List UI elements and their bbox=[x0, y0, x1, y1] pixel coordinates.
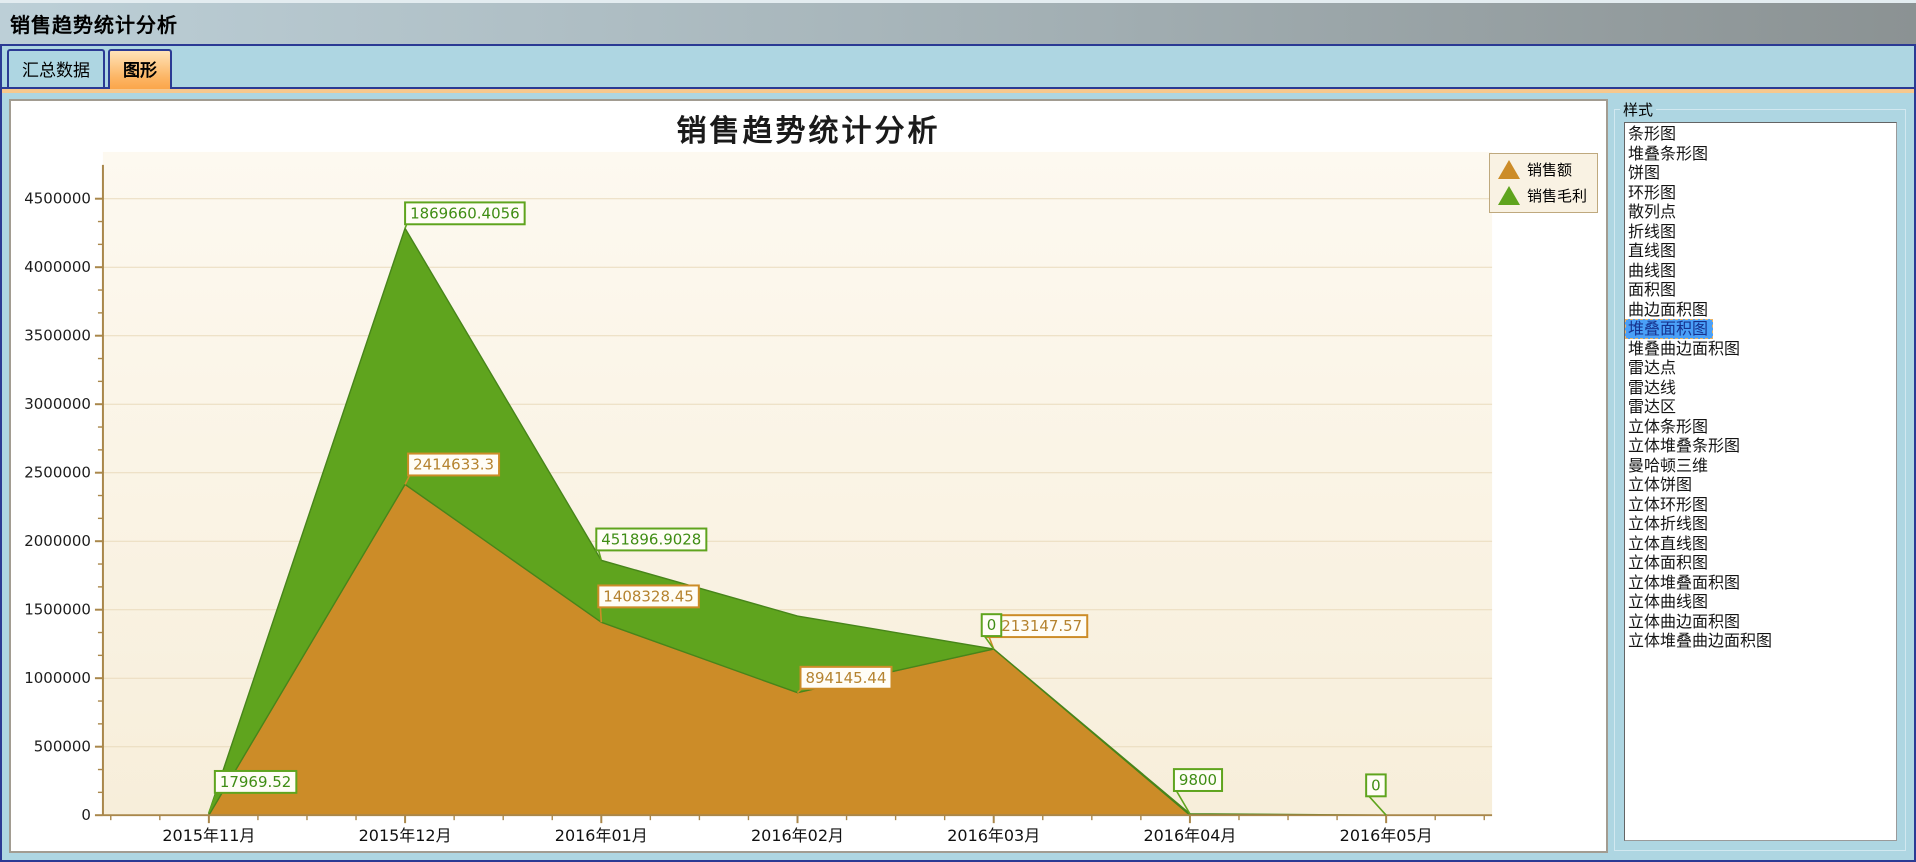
tab-summary-data[interactable]: 汇总数据 bbox=[7, 49, 105, 87]
x-tick-label: 2016年03月 bbox=[947, 826, 1040, 845]
legend-label: 销售毛利 bbox=[1527, 185, 1587, 206]
point-label-text: 451896.9028 bbox=[601, 530, 701, 548]
style-list-item[interactable]: 立体曲边面积图 bbox=[1625, 612, 1896, 632]
tab-strip: 汇总数据 图形 bbox=[2, 46, 1914, 89]
style-list-item-selected[interactable]: 堆叠面积图 bbox=[1625, 319, 1713, 339]
style-list-item[interactable]: 堆叠面积图 bbox=[1625, 319, 1896, 339]
chart-panel: 销售趋势统计分析 0 500000 1000000 1500000 2000000 250… bbox=[9, 99, 1608, 853]
point-label-text: 2414633.3 bbox=[413, 456, 494, 474]
style-list-item[interactable]: 立体堆叠条形图 bbox=[1625, 436, 1896, 456]
style-list-item[interactable]: 曲边面积图 bbox=[1625, 300, 1896, 320]
chart-legend: 销售额销售毛利 bbox=[1489, 153, 1598, 213]
chart-title: 销售趋势统计分析 bbox=[11, 106, 1606, 150]
y-tick-label: 3500000 bbox=[24, 327, 91, 345]
y-tick-label: 4500000 bbox=[24, 190, 91, 208]
x-tick-label: 2016年04月 bbox=[1143, 826, 1236, 845]
window-title-bar: 销售趋势统计分析 bbox=[0, 0, 1916, 44]
style-list-item[interactable]: 饼图 bbox=[1625, 163, 1896, 183]
style-list-item[interactable]: 雷达区 bbox=[1625, 397, 1896, 417]
x-tick-label: 2016年02月 bbox=[751, 826, 844, 845]
x-tick-label: 2015年12月 bbox=[359, 826, 452, 845]
y-tick-label: 500000 bbox=[34, 738, 91, 756]
style-panel: 样式 条形图堆叠条形图饼图环形图散列点折线图直线图曲线图面积图曲边面积图堆叠面积… bbox=[1614, 99, 1908, 853]
legend-item: 销售毛利 bbox=[1498, 185, 1587, 206]
style-list-item[interactable]: 立体饼图 bbox=[1625, 475, 1896, 495]
point-label-text: 9800 bbox=[1179, 771, 1217, 789]
x-tick-label: 2016年01月 bbox=[555, 826, 648, 845]
style-list-item[interactable]: 环形图 bbox=[1625, 183, 1896, 203]
style-list-item[interactable]: 条形图 bbox=[1625, 124, 1896, 144]
y-tick-label: 0 bbox=[81, 806, 91, 824]
style-list-item[interactable]: 曲线图 bbox=[1625, 261, 1896, 281]
tab-graph[interactable]: 图形 bbox=[108, 49, 172, 89]
style-list-item[interactable]: 堆叠曲边面积图 bbox=[1625, 339, 1896, 359]
style-list-item[interactable]: 堆叠条形图 bbox=[1625, 144, 1896, 164]
point-label-text: 17969.52 bbox=[220, 773, 291, 791]
y-tick-label: 2000000 bbox=[24, 532, 91, 550]
point-label-text: 1869660.4056 bbox=[410, 204, 520, 222]
stacked-area-chart: 0 500000 1000000 1500000 2000000 2500000 30000… bbox=[11, 147, 1606, 849]
style-list-item[interactable]: 立体环形图 bbox=[1625, 495, 1896, 515]
style-groupbox: 样式 条形图堆叠条形图饼图环形图散列点折线图直线图曲线图面积图曲边面积图堆叠面积… bbox=[1614, 99, 1906, 851]
y-tick-label: 3000000 bbox=[24, 395, 91, 413]
legend-label: 销售额 bbox=[1527, 159, 1572, 180]
legend-item: 销售额 bbox=[1498, 159, 1587, 180]
application-window: 销售趋势统计分析 汇总数据 图形 销售趋势统计分析 0 500000 1000000… bbox=[0, 0, 1916, 862]
style-list-item[interactable]: 立体直线图 bbox=[1625, 534, 1896, 554]
x-tick-label: 2015年11月 bbox=[162, 826, 255, 845]
style-list-item[interactable]: 立体面积图 bbox=[1625, 553, 1896, 573]
style-list-item[interactable]: 立体堆叠曲边面积图 bbox=[1625, 631, 1896, 651]
style-list[interactable]: 条形图堆叠条形图饼图环形图散列点折线图直线图曲线图面积图曲边面积图堆叠面积图堆叠… bbox=[1624, 122, 1897, 841]
point-label-text: 0 bbox=[1371, 776, 1381, 794]
style-list-item[interactable]: 面积图 bbox=[1625, 280, 1896, 300]
window-title: 销售趋势统计分析 bbox=[10, 9, 178, 38]
style-list-item[interactable]: 雷达点 bbox=[1625, 358, 1896, 378]
style-list-item[interactable]: 雷达线 bbox=[1625, 378, 1896, 398]
style-list-item[interactable]: 折线图 bbox=[1625, 222, 1896, 242]
point-label-text: 0 bbox=[987, 616, 997, 634]
point-label-text: 1213147.57 bbox=[992, 617, 1083, 635]
y-tick-label: 2500000 bbox=[24, 464, 91, 482]
legend-triangle-marker bbox=[1498, 160, 1520, 179]
point-label-text: 894145.44 bbox=[806, 669, 887, 687]
style-list-item[interactable]: 立体条形图 bbox=[1625, 417, 1896, 437]
tab-control: 汇总数据 图形 销售趋势统计分析 0 500000 1000000 1500000 20… bbox=[0, 44, 1916, 862]
point-label-pointer bbox=[600, 606, 601, 622]
x-tick-label: 2016年05月 bbox=[1340, 826, 1433, 845]
y-tick-label: 1000000 bbox=[24, 669, 91, 687]
y-tick-label: 4000000 bbox=[24, 258, 91, 276]
y-tick-label: 1500000 bbox=[24, 601, 91, 619]
style-list-item[interactable]: 立体折线图 bbox=[1625, 514, 1896, 534]
style-list-item[interactable]: 立体堆叠面积图 bbox=[1625, 573, 1896, 593]
style-list-item[interactable]: 直线图 bbox=[1625, 241, 1896, 261]
style-list-item[interactable]: 散列点 bbox=[1625, 202, 1896, 222]
tab-page-graph: 销售趋势统计分析 0 500000 1000000 1500000 2000000 250… bbox=[2, 93, 1914, 860]
point-label-text: 1408328.45 bbox=[603, 587, 694, 605]
style-list-item[interactable]: 曼哈顿三维 bbox=[1625, 456, 1896, 476]
style-list-item[interactable]: 立体曲线图 bbox=[1625, 592, 1896, 612]
style-groupbox-label: 样式 bbox=[1620, 99, 1656, 120]
legend-triangle-marker bbox=[1498, 186, 1520, 205]
